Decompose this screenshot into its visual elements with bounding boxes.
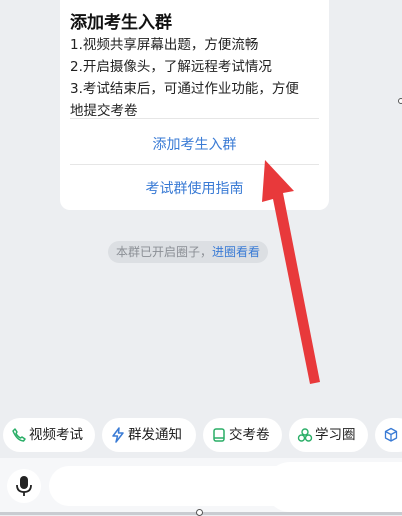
submit-paper-label: 交考卷 xyxy=(229,427,270,443)
group-notice-chip[interactable]: 群发通知 xyxy=(102,418,196,452)
lightning-icon xyxy=(112,427,124,443)
submit-paper-chip[interactable]: 交考卷 xyxy=(203,418,282,452)
microphone-icon xyxy=(16,476,32,496)
video-exam-chip[interactable]: 视频考试 xyxy=(3,418,95,452)
study-circle-chip[interactable]: 学习圈 xyxy=(289,418,368,452)
phone-icon xyxy=(12,428,26,442)
notebook-icon xyxy=(213,428,225,442)
cube-plus-icon xyxy=(384,427,398,442)
more-tools-chip[interactable] xyxy=(375,418,402,452)
group-notice-label: 群发通知 xyxy=(128,427,182,443)
quick-action-bar: 视频考试 群发通知 交考卷 学习圈 xyxy=(0,418,402,452)
study-circle-label: 学习圈 xyxy=(315,427,356,443)
edge-handle[interactable] xyxy=(398,98,402,104)
video-exam-label: 视频考试 xyxy=(29,427,83,443)
circles-icon xyxy=(297,428,313,442)
voice-button[interactable] xyxy=(7,469,41,503)
input-extension-panel xyxy=(265,462,402,512)
